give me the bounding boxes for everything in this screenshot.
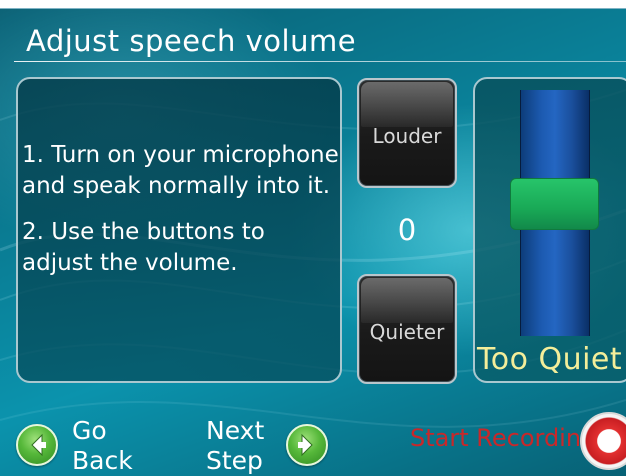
next-step-label: Next Step [206,416,265,475]
louder-button[interactable]: Louder [357,78,457,188]
quieter-button-label: Quieter [369,320,445,344]
louder-button-label: Louder [372,124,442,148]
instruction-step-2: 2. Use the buttons to adjust the volume. [22,219,265,276]
title-divider [14,61,626,62]
volume-status-label: Too Quiet [477,342,623,377]
page-title: Adjust speech volume [26,24,357,58]
instructions-text: 1. Turn on your microphone and speak nor… [22,140,342,294]
go-back-label: Go Back [72,416,133,475]
instruction-step-1: 1. Turn on your microphone and speak nor… [22,142,339,199]
record-icon[interactable] [580,412,626,470]
volume-meter-indicator [510,178,599,231]
window-top-bar [0,0,626,9]
arrow-left-icon [16,424,58,466]
volume-value: 0 [397,213,417,247]
start-recording-button[interactable]: Start Recording [410,424,596,452]
quieter-button[interactable]: Quieter [357,274,457,384]
arrow-right-icon [286,424,328,466]
